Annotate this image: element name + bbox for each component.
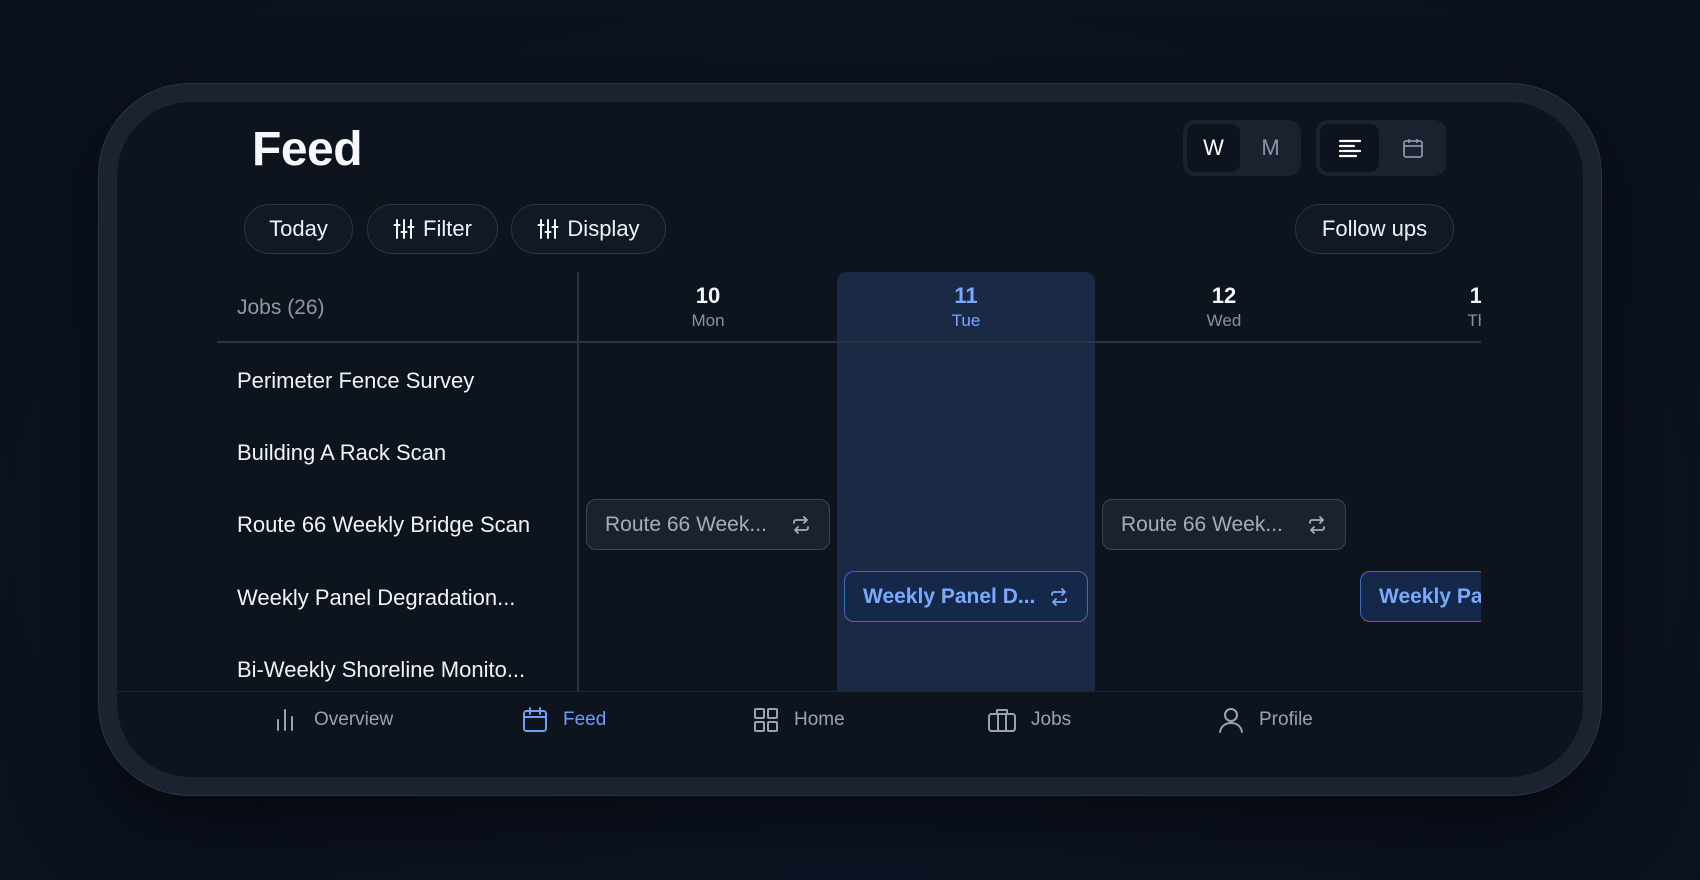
nav-label: Home [794,709,845,730]
job-event-chip[interactable]: Weekly Pa [1360,571,1481,622]
app-screen: Feed W M Today Filter Display Follow ups… [117,102,1583,777]
briefcase-icon [988,709,1016,732]
calendar-view-button[interactable] [1383,124,1442,172]
today-button-label: Today [269,216,328,241]
nav-label: Jobs [1031,709,1072,730]
grid-icon [754,708,778,732]
job-row-label[interactable]: Perimeter Fence Survey [237,368,474,394]
event-chip-label: Weekly Panel D... [863,584,1036,608]
display-button[interactable]: Display [511,204,666,254]
page-title: Feed [252,123,363,176]
nav-label: Feed [563,709,607,730]
day-number: 10 [695,283,721,308]
event-chip-label: Route 66 Week... [605,512,767,536]
filter-button[interactable]: Filter [367,204,498,254]
job-row-label[interactable]: Bi-Weekly Shoreline Monito... [237,657,525,683]
month-toggle-button[interactable]: M [1244,124,1297,172]
display-button-label: Display [567,216,640,241]
follow-ups-button[interactable]: Follow ups [1295,204,1454,254]
day-header[interactable]: 12 Wed [1095,272,1353,342]
event-chip-label: Route 66 Week... [1121,512,1283,536]
calendar-icon [523,707,547,732]
day-of-week: Thu [1467,311,1481,330]
job-row-label[interactable]: Weekly Panel Degradation... [237,585,515,611]
job-event-chip[interactable]: Route 66 Week... [586,499,830,550]
follow-ups-label: Follow ups [1321,216,1428,241]
today-button[interactable]: Today [244,204,353,254]
day-number: 13 [1469,283,1481,308]
nav-label: Profile [1259,709,1313,730]
event-chip-label: Weekly Pa [1379,584,1481,608]
job-row-label[interactable]: Building A Rack Scan [237,440,446,466]
day-number: 11 [954,283,978,308]
filter-button-label: Filter [423,216,472,241]
nav-home[interactable]: Home [752,706,845,734]
view-toggle [1316,120,1446,176]
nav-jobs[interactable]: Jobs [987,706,1071,734]
day-number: 12 [1211,283,1237,308]
sliders-icon [537,219,559,239]
list-icon [1338,139,1361,158]
week-toggle-button[interactable]: W [1187,124,1240,172]
day-header-today[interactable]: 11 Tue [837,272,1095,342]
nav-overview[interactable]: Overview [272,706,393,734]
job-event-chip[interactable]: Route 66 Week... [1102,499,1346,550]
day-of-week: Mon [691,311,725,330]
bottom-tab-bar: Overview Feed Home Jobs Profile [117,691,1583,777]
bar-chart-icon [277,709,293,731]
device-frame: Feed W M Today Filter Display Follow ups… [98,83,1602,796]
nav-feed[interactable]: Feed [521,706,606,734]
nav-label: Overview [314,709,394,730]
repeat-icon [1307,515,1327,535]
day-of-week: Tue [951,311,981,330]
nav-profile[interactable]: Profile [1217,706,1313,734]
repeat-icon [791,515,811,535]
job-event-chip[interactable]: Weekly Panel D... [844,571,1088,622]
calendar-icon [1402,139,1423,158]
schedule-grid: Jobs (26) 10 Mon 11 Tue 12 Wed 13 Thu Pe… [217,272,1481,692]
repeat-icon [1049,587,1069,607]
day-header[interactable]: 13 Thu [1353,272,1481,342]
day-of-week: Wed [1206,311,1242,330]
sliders-icon [393,219,415,239]
range-toggle: W M [1183,120,1301,176]
list-view-button[interactable] [1320,124,1379,172]
jobs-count-header: Jobs (26) [237,296,325,319]
day-header[interactable]: 10 Mon [579,272,837,342]
job-row-label[interactable]: Route 66 Weekly Bridge Scan [237,512,530,538]
user-icon [1219,708,1243,733]
